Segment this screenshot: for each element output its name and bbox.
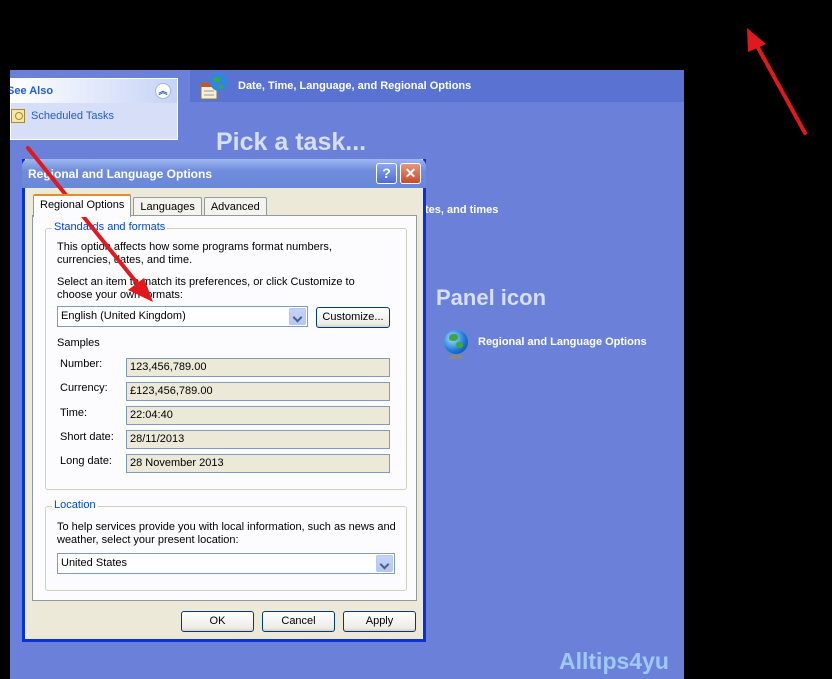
tab-strip: Regional Options Languages Advanced	[33, 194, 269, 217]
sample-long-date-label: Long date:	[60, 455, 112, 467]
pick-task-heading: Pick a task...	[216, 128, 367, 156]
location-description: To help services provide you with local …	[57, 521, 396, 546]
location-label: Location	[52, 499, 98, 511]
tab-advanced[interactable]: Advanced	[203, 197, 267, 217]
task-link-partial[interactable]: tes, and times	[425, 204, 498, 216]
date-time-language-icon	[200, 71, 230, 101]
sample-time-label: Time:	[60, 407, 88, 419]
locale-select-value: English (United Kingdom)	[61, 310, 186, 322]
location-select[interactable]: United States	[57, 553, 395, 574]
customize-button[interactable]: Customize...	[316, 307, 390, 328]
tab-regional-options[interactable]: Regional Options	[33, 194, 132, 217]
category-header: Date, Time, Language, and Regional Optio…	[190, 70, 684, 102]
sample-number-value: 123,456,789.00	[126, 358, 390, 377]
standards-formats-label: Standards and formats	[52, 221, 168, 233]
category-title: Date, Time, Language, and Regional Optio…	[238, 80, 472, 92]
dialog-titlebar[interactable]: Regional and Language Options ? ✕	[22, 159, 426, 188]
watermark: Alltips4yu	[559, 648, 669, 674]
sample-short-date-value: 28/11/2013	[126, 430, 390, 449]
scheduled-tasks-icon	[11, 109, 25, 123]
panel-link-label: Regional and Language Options	[478, 336, 647, 348]
globe-icon	[444, 330, 468, 359]
select-prompt: Select an item to match its preferences,…	[57, 276, 355, 301]
see-also-title: See Also	[10, 85, 54, 97]
sample-currency-label: Currency:	[60, 382, 108, 394]
help-button[interactable]: ?	[376, 163, 397, 184]
sample-time-value: 22:04:40	[126, 406, 390, 425]
dialog-title: Regional and Language Options	[28, 167, 213, 181]
chevron-down-icon[interactable]	[289, 308, 306, 325]
panel-icon-heading: Panel icon	[436, 285, 547, 310]
sample-long-date-value: 28 November 2013	[126, 454, 390, 473]
collapse-icon[interactable]: ︽	[155, 83, 171, 99]
samples-label: Samples	[57, 337, 100, 349]
sample-currency-value: £123,456,789.00	[126, 382, 390, 401]
sample-short-date-label: Short date:	[60, 431, 114, 443]
locale-select[interactable]: English (United Kingdom)	[57, 306, 308, 327]
arrow-to-top-right	[747, 28, 807, 135]
standards-formats-group: Standards and formats This option affect…	[45, 221, 407, 490]
regional-language-options-dialog: Regional and Language Options ? ✕ Region…	[22, 159, 426, 642]
location-select-value: United States	[61, 557, 128, 569]
cancel-button[interactable]: Cancel	[262, 611, 335, 632]
regional-options-panel: Standards and formats This option affect…	[32, 215, 417, 601]
see-also-header[interactable]: See Also ︽	[10, 79, 177, 103]
sample-number-label: Number:	[60, 358, 103, 370]
see-also-panel: See Also ︽ Scheduled Tasks	[10, 78, 178, 140]
see-also-item-scheduled-tasks[interactable]: Scheduled Tasks	[11, 103, 177, 123]
chevron-down-icon[interactable]	[376, 555, 393, 572]
apply-button[interactable]: Apply	[343, 611, 416, 632]
close-button[interactable]: ✕	[400, 163, 421, 184]
location-group: Location To help services provide you wi…	[45, 499, 407, 591]
regional-language-options-link[interactable]: Regional and Language Options	[444, 330, 647, 359]
standards-description: This option affects how some programs fo…	[57, 241, 332, 266]
ok-button[interactable]: OK	[181, 611, 254, 632]
see-also-item-label: Scheduled Tasks	[31, 110, 114, 122]
tab-languages[interactable]: Languages	[133, 197, 202, 217]
